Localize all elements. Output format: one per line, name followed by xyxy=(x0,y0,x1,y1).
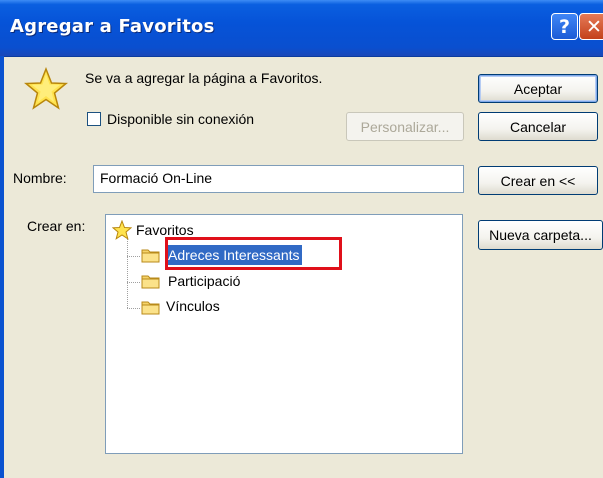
create-in-button[interactable]: Crear en << xyxy=(478,166,598,195)
offline-label: Disponible sin conexión xyxy=(107,111,255,127)
star-icon xyxy=(24,67,68,110)
offline-checkbox[interactable] xyxy=(87,112,101,126)
folder-icon xyxy=(141,249,160,263)
info-message: Se va a agregar la página a Favoritos. xyxy=(85,70,323,86)
customize-button: Personalizar... xyxy=(346,112,464,141)
tree-connector xyxy=(127,308,140,309)
create-in-label: Crear en: xyxy=(27,218,86,234)
tree-item-vinculos[interactable]: Vínculos xyxy=(166,298,220,314)
tree-connector xyxy=(127,282,140,283)
window-title: Agregar a Favoritos xyxy=(10,16,215,37)
close-button[interactable]: ✕ xyxy=(579,13,603,40)
tree-connector xyxy=(127,256,140,257)
help-button[interactable]: ? xyxy=(551,13,578,40)
star-icon xyxy=(112,220,132,240)
name-field[interactable]: Formació On-Line xyxy=(93,165,464,193)
highlight-frame xyxy=(165,237,342,270)
title-bar: Agregar a Favoritos ? ✕ xyxy=(0,0,603,57)
folder-icon xyxy=(141,301,160,315)
close-icon: ✕ xyxy=(586,15,602,38)
new-folder-button[interactable]: Nueva carpeta... xyxy=(478,220,603,250)
tree-connector xyxy=(127,239,128,308)
accept-button[interactable]: Aceptar xyxy=(478,74,598,103)
window-border xyxy=(0,56,4,478)
tree-item-participacio[interactable]: Participació xyxy=(168,273,240,289)
tree-item-root[interactable]: Favoritos xyxy=(136,222,194,238)
name-label: Nombre: xyxy=(13,170,67,186)
cancel-button[interactable]: Cancelar xyxy=(478,112,598,141)
folder-icon xyxy=(141,275,160,289)
help-icon: ? xyxy=(558,15,571,38)
